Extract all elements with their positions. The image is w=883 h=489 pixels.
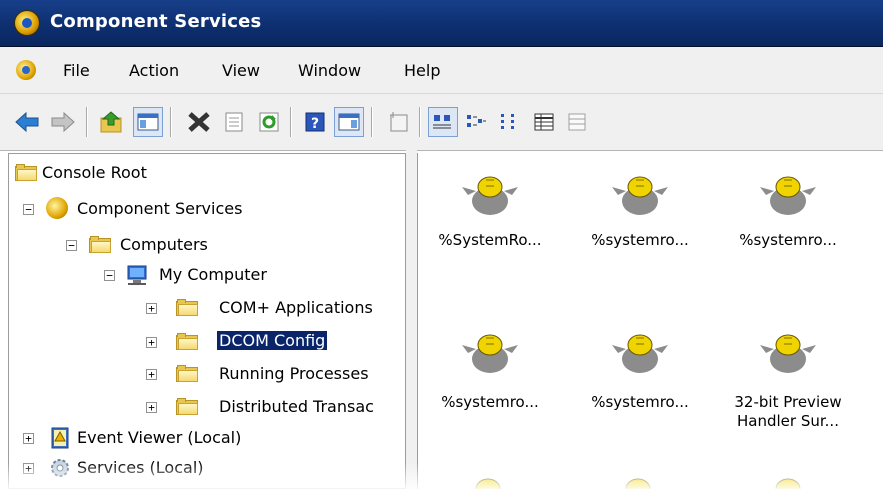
menu-bar: File Action View Window Help	[0, 47, 883, 94]
tree-item-dcom-config[interactable]: + DCOM Config	[9, 329, 399, 355]
list-view-icon[interactable]	[495, 107, 525, 137]
tree-item-computers[interactable]: − Computers	[9, 232, 399, 258]
tree-label: DCOM Config	[215, 330, 329, 351]
window-title: Component Services	[50, 11, 262, 32]
folder-icon	[89, 236, 111, 253]
folder-icon	[176, 299, 198, 316]
title-bar: Component Services	[0, 0, 883, 47]
tree-item-my-computer[interactable]: − My Computer	[9, 262, 399, 288]
item-label: %systemro...	[591, 231, 689, 249]
expand-icon[interactable]: +	[23, 463, 34, 474]
dcom-application-icon	[760, 334, 816, 373]
item-label: 32-bit Preview Handler Sur...	[734, 393, 842, 430]
tree-item-event-viewer[interactable]: + Event Viewer (Local)	[9, 425, 399, 451]
item-label: %systemro...	[739, 231, 837, 249]
component-services-icon	[46, 197, 68, 219]
expand-icon[interactable]: +	[146, 402, 157, 413]
menu-file[interactable]: File	[63, 61, 90, 80]
dcom-application-icon	[475, 478, 501, 489]
back-arrow-icon[interactable]	[12, 107, 42, 137]
svg-text:?: ?	[311, 116, 319, 132]
expand-icon[interactable]: +	[146, 369, 157, 380]
dcom-application-icon	[612, 334, 668, 373]
dcom-application-icon	[760, 176, 816, 215]
collapse-icon[interactable]: −	[23, 204, 34, 215]
large-icons-view-icon[interactable]	[428, 107, 458, 137]
dcom-application-icon	[612, 176, 668, 215]
collapse-icon[interactable]: −	[104, 270, 115, 281]
detail-view-icon[interactable]	[529, 107, 559, 137]
dcom-application-icon	[462, 176, 518, 215]
up-folder-icon[interactable]	[97, 107, 127, 137]
expand-icon[interactable]: +	[146, 303, 157, 314]
dcom-application-icon	[462, 334, 518, 373]
console-tree[interactable]: Console Root − Component Services − Comp…	[8, 153, 406, 489]
menu-help[interactable]: Help	[404, 61, 440, 80]
tree-item-running-processes[interactable]: + Running Processes	[9, 361, 399, 387]
collapse-icon[interactable]: −	[66, 240, 77, 251]
folder-icon	[15, 164, 37, 181]
refresh-icon[interactable]	[254, 107, 284, 137]
item-label: %systemro...	[441, 393, 539, 411]
tree-item-distributed-transaction[interactable]: + Distributed Transac	[9, 394, 399, 420]
tree-label: Services (Local)	[77, 458, 204, 477]
dcom-application-icon	[775, 478, 801, 489]
small-icons-view-icon[interactable]	[461, 107, 491, 137]
tree-item-com-applications[interactable]: + COM+ Applications	[9, 295, 399, 321]
gear-icon	[51, 459, 69, 477]
tree-label: COM+ Applications	[219, 298, 373, 317]
dcom-application-icon	[625, 478, 651, 489]
tree-label: Running Processes	[219, 364, 369, 383]
show-hide-tree-icon[interactable]	[133, 107, 163, 137]
tree-label: Distributed Transac	[219, 397, 374, 416]
app-menu-icon[interactable]	[16, 60, 36, 80]
menu-window[interactable]: Window	[298, 61, 361, 80]
item-label: %SystemRo...	[438, 231, 542, 249]
tree-item-services[interactable]: + Services (Local)	[9, 455, 399, 481]
forward-arrow-icon[interactable]	[48, 107, 78, 137]
details-pane: %SystemRo... %systemro... %systemro... %…	[417, 153, 883, 489]
menu-view[interactable]: View	[222, 61, 260, 80]
help-icon[interactable]: ?	[300, 107, 330, 137]
folder-icon	[176, 333, 198, 350]
tree-label: Computers	[120, 235, 208, 254]
tree-label: Console Root	[42, 163, 147, 182]
show-action-pane-icon[interactable]	[334, 107, 364, 137]
folder-icon	[176, 398, 198, 415]
menu-action[interactable]: Action	[129, 61, 179, 80]
item-label: %systemro...	[591, 393, 689, 411]
tree-label: Event Viewer (Local)	[77, 428, 242, 447]
export-list-icon[interactable]	[562, 107, 592, 137]
tree-item-console-root[interactable]: Console Root	[9, 160, 399, 186]
delete-icon[interactable]	[184, 107, 214, 137]
tree-label: Component Services	[77, 199, 243, 218]
component-services-icon[interactable]	[14, 10, 40, 36]
expand-icon[interactable]: +	[23, 433, 34, 444]
pane-splitter[interactable]	[406, 150, 417, 489]
expand-icon[interactable]: +	[146, 337, 157, 348]
toolbar: ?	[0, 94, 883, 151]
new-window-icon[interactable]	[383, 107, 413, 137]
computer-icon	[127, 265, 147, 285]
tree-item-component-services[interactable]: − Component Services	[9, 196, 399, 222]
folder-icon	[176, 365, 198, 382]
tree-label: My Computer	[159, 265, 267, 284]
event-viewer-icon	[51, 427, 69, 449]
properties-icon[interactable]	[219, 107, 249, 137]
